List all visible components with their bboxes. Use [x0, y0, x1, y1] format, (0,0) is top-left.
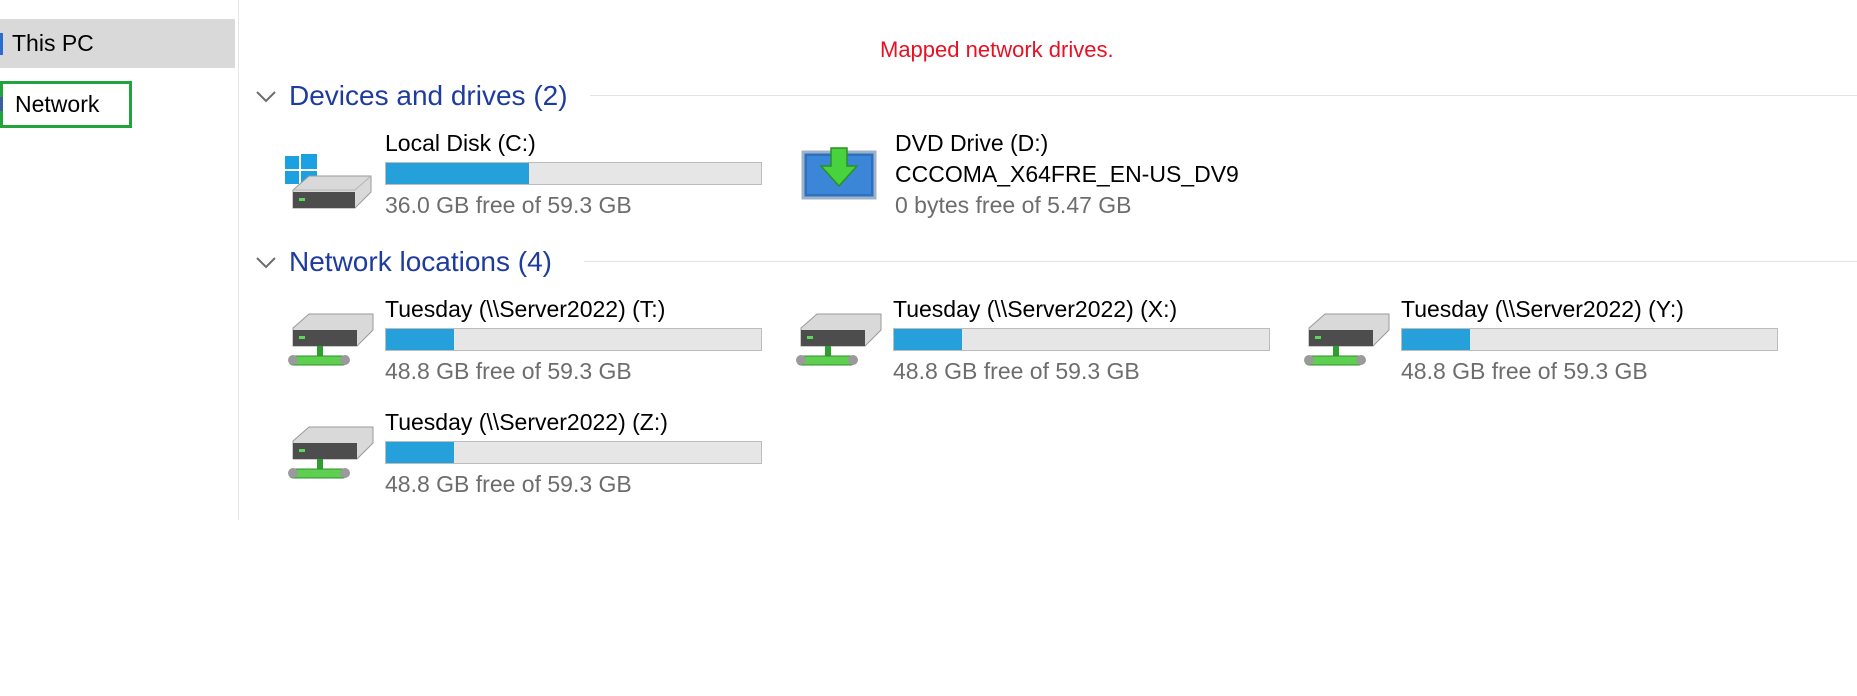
drive-free-space: 48.8 GB free of 59.3 GB: [893, 358, 1140, 384]
drive-item-d[interactable]: DVD Drive (D:) CCCOMA_X64FRE_EN-US_DV9 0…: [795, 130, 1275, 220]
network-drive-icon: [288, 313, 374, 366]
drive-usage-bar: [385, 162, 762, 185]
group-header-network[interactable]: Network locations (4): [253, 246, 552, 278]
drive-usage-fill: [1402, 329, 1470, 350]
dvd-drive-icon: [801, 147, 877, 200]
drive-free-space: 48.8 GB free of 59.3 GB: [385, 358, 632, 384]
this-pc-icon: [0, 33, 3, 55]
drive-item-c[interactable]: Local Disk (C:) 36.0 GB free of 59.3 GB: [285, 130, 765, 220]
drive-usage-bar: [385, 328, 762, 351]
drive-volume-label: CCCOMA_X64FRE_EN-US_DV9: [895, 161, 1239, 187]
drive-free-space: 0 bytes free of 5.47 GB: [895, 192, 1132, 218]
group-divider: [584, 261, 1857, 262]
network-icon: [0, 97, 3, 111]
navigation-pane: This PC Network: [0, 0, 239, 520]
drive-usage-bar: [385, 441, 762, 464]
chevron-down-icon: [256, 257, 276, 269]
drive-usage-fill: [386, 329, 454, 350]
drive-usage-fill: [386, 163, 529, 184]
drive-usage-bar: [893, 328, 1270, 351]
network-drive-item-y[interactable]: Tuesday (\\Server2022) (Y:) 48.8 GB free…: [1301, 296, 1781, 386]
drive-usage-fill: [386, 442, 454, 463]
group-divider: [590, 95, 1857, 96]
drive-free-space: 48.8 GB free of 59.3 GB: [1401, 358, 1648, 384]
group-title: Network locations (4): [289, 246, 552, 277]
group-title: Devices and drives (2): [289, 80, 568, 111]
drive-usage-bar: [1401, 328, 1778, 351]
network-drive-item-t[interactable]: Tuesday (\\Server2022) (T:) 48.8 GB free…: [285, 296, 765, 386]
sidebar-item-this-pc[interactable]: This PC: [0, 19, 235, 68]
annotation-text: Mapped network drives.: [880, 37, 1114, 62]
drive-name: Tuesday (\\Server2022) (Y:): [1401, 296, 1684, 322]
network-drive-item-x[interactable]: Tuesday (\\Server2022) (X:) 48.8 GB free…: [793, 296, 1273, 386]
sidebar-item-network[interactable]: Network: [0, 81, 132, 128]
drive-usage-fill: [894, 329, 962, 350]
drive-name: Tuesday (\\Server2022) (X:): [893, 296, 1178, 322]
windows-drive-icon: [285, 154, 372, 209]
drive-free-space: 36.0 GB free of 59.3 GB: [385, 192, 632, 218]
drive-free-space: 48.8 GB free of 59.3 GB: [385, 471, 632, 497]
drive-name: Tuesday (\\Server2022) (T:): [385, 296, 666, 322]
network-drive-icon: [288, 426, 374, 479]
chevron-down-icon: [256, 91, 276, 103]
sidebar-item-label: Network: [15, 91, 100, 117]
network-drive-item-z[interactable]: Tuesday (\\Server2022) (Z:) 48.8 GB free…: [285, 409, 765, 499]
drive-name: Tuesday (\\Server2022) (Z:): [385, 409, 668, 435]
group-header-devices[interactable]: Devices and drives (2): [253, 80, 568, 112]
network-drive-icon: [1304, 313, 1390, 366]
network-drive-icon: [796, 313, 882, 366]
sidebar-item-label: This PC: [12, 30, 94, 56]
drive-name: Local Disk (C:): [385, 130, 536, 156]
drive-name: DVD Drive (D:): [895, 130, 1049, 156]
